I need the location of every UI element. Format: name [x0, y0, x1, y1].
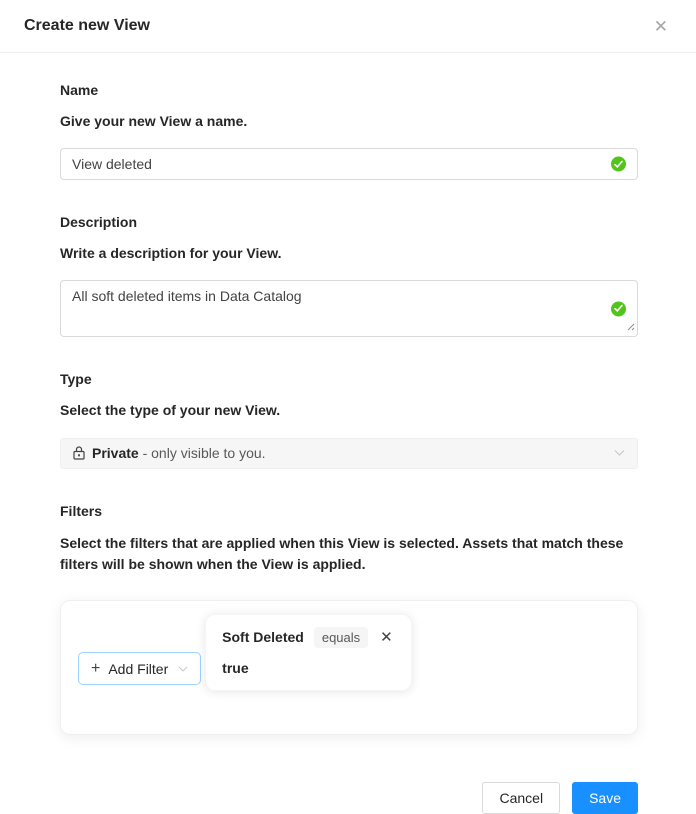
filters-label: Filters [60, 503, 638, 519]
filter-chip-header: Soft Deleted equals ✕ [222, 627, 395, 648]
filters-helper: Select the filters that are applied when… [60, 533, 638, 576]
name-section: Name Give your new View a name. View del… [60, 82, 638, 180]
lock-icon [73, 446, 85, 460]
name-helper: Give your new View a name. [60, 112, 638, 130]
check-circle-icon [611, 157, 626, 172]
name-label: Name [60, 82, 638, 98]
plus-icon: + [91, 661, 100, 677]
cancel-button[interactable]: Cancel [482, 782, 560, 814]
description-label: Description [60, 214, 638, 230]
modal-footer: Cancel Save [0, 782, 696, 814]
chevron-down-icon [178, 666, 188, 672]
chevron-down-icon [614, 450, 625, 457]
resize-handle[interactable] [627, 318, 635, 334]
add-filter-button[interactable]: + Add Filter [78, 652, 201, 685]
close-icon[interactable]: ✕ [650, 14, 672, 39]
type-label: Type [60, 371, 638, 387]
add-filter-label: Add Filter [108, 661, 168, 677]
filters-card: + Add Filter Soft Deleted equals ✕ true [60, 600, 638, 735]
view-type-select[interactable]: Private - only visible to you. [60, 438, 638, 469]
type-section: Type Select the type of your new View. P… [60, 371, 638, 468]
type-helper: Select the type of your new View. [60, 401, 638, 419]
filter-field-name: Soft Deleted [222, 629, 304, 645]
name-input[interactable]: View deleted [60, 148, 638, 180]
modal-title: Create new View [24, 17, 150, 35]
filter-chip: Soft Deleted equals ✕ true [205, 614, 412, 691]
filter-operator-badge: equals [314, 627, 368, 648]
create-view-modal: Create new View ✕ Name Give your new Vie… [0, 0, 696, 814]
description-section: Description Write a description for your… [60, 214, 638, 337]
filters-section: Filters Select the filters that are appl… [60, 503, 638, 735]
description-textarea-value: All soft deleted items in Data Catalog [72, 288, 302, 304]
view-type-selected-value: Private - only visible to you. [92, 445, 266, 461]
description-helper: Write a description for your View. [60, 244, 638, 262]
check-circle-icon [611, 301, 626, 316]
modal-body: Name Give your new View a name. View del… [0, 53, 696, 759]
filter-value: true [222, 660, 395, 676]
name-input-value: View deleted [72, 156, 152, 172]
modal-header: Create new View ✕ [0, 0, 696, 53]
description-textarea[interactable]: All soft deleted items in Data Catalog [60, 280, 638, 337]
remove-filter-icon[interactable]: ✕ [378, 628, 395, 647]
save-button[interactable]: Save [572, 782, 638, 814]
